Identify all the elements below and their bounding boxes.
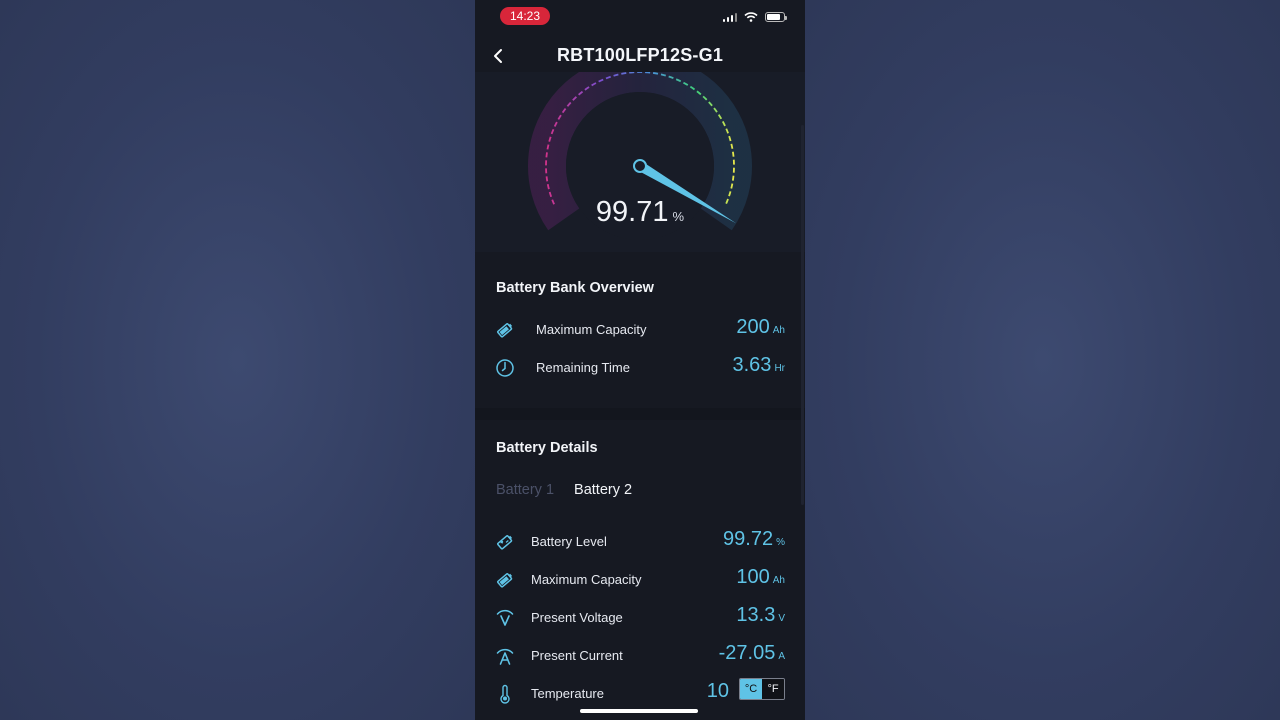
status-bar: 14:23 bbox=[475, 0, 805, 36]
row-label: Maximum Capacity bbox=[531, 572, 642, 587]
gauge-needle-hub bbox=[633, 159, 647, 173]
gauge-readout: 99.71% bbox=[475, 196, 805, 229]
background-left bbox=[0, 0, 475, 720]
home-indicator bbox=[580, 709, 698, 713]
tab-battery-1[interactable]: Battery 1 bbox=[496, 482, 554, 498]
battery-level-icon bbox=[497, 535, 513, 550]
current-icon bbox=[496, 648, 514, 665]
voltage-icon bbox=[496, 609, 514, 626]
soc-gauge: 99.71% bbox=[475, 72, 805, 252]
detail-row-max-capacity: Maximum Capacity 100 Ah bbox=[475, 566, 805, 596]
section-title: Battery Details bbox=[496, 440, 598, 456]
row-value: 3.63 Hr bbox=[732, 354, 786, 376]
row-value: 200 Ah bbox=[736, 316, 785, 338]
scrollbar[interactable] bbox=[801, 125, 804, 505]
status-time: 14:23 bbox=[500, 7, 550, 25]
gauge-value: 99.71 bbox=[595, 196, 669, 228]
gauge-unit: % bbox=[672, 209, 685, 224]
row-value: -27.05 A bbox=[718, 642, 785, 664]
detail-row-battery-level: Battery Level 99.72% bbox=[475, 528, 805, 558]
row-label: Remaining Time bbox=[536, 360, 630, 375]
signal-icon bbox=[722, 12, 737, 22]
section-divider bbox=[475, 408, 805, 420]
overview-row-remaining-time: Remaining Time 3.63 Hr bbox=[475, 354, 805, 384]
row-value: 13.3 V bbox=[736, 604, 785, 626]
phone-screen: 14:23 RBT100LFP12S-G1 99.71 % Battery Ba… bbox=[475, 0, 805, 720]
row-value: 100 Ah bbox=[736, 566, 785, 588]
detail-row-temperature: Temperature 10 °C °F bbox=[475, 677, 805, 710]
wifi-icon bbox=[744, 12, 758, 22]
header: RBT100LFP12S-G1 bbox=[475, 38, 805, 72]
detail-row-present-voltage: Present Voltage 13.3 V bbox=[475, 604, 805, 634]
thermometer-icon bbox=[500, 684, 510, 704]
battery-tilted-icon bbox=[497, 573, 513, 588]
row-label: Present Current bbox=[531, 648, 623, 663]
battery-details: Battery Details Battery 1 Battery 2 Batt… bbox=[475, 420, 805, 720]
detail-row-present-current: Present Current -27.05 A bbox=[475, 642, 805, 672]
battery-tabs: Battery 1 Battery 2 bbox=[496, 482, 632, 498]
overview-row-max-capacity: Maximum Capacity 200 Ah bbox=[475, 316, 805, 346]
status-icons bbox=[722, 12, 787, 22]
unit-celsius-button[interactable]: °C bbox=[740, 678, 762, 699]
tab-battery-2[interactable]: Battery 2 bbox=[574, 482, 632, 498]
unit-fahrenheit-button[interactable]: °F bbox=[762, 678, 784, 699]
row-value: 10 °C °F bbox=[707, 677, 785, 703]
row-value: 99.72% bbox=[723, 528, 785, 550]
background-right bbox=[805, 0, 1280, 720]
battery-status-icon bbox=[765, 12, 787, 22]
row-label: Battery Level bbox=[531, 534, 607, 549]
row-label: Temperature bbox=[531, 686, 604, 701]
temperature-unit-toggle: °C °F bbox=[739, 677, 785, 700]
battery-bank-overview: Battery Bank Overview Maximum Capacity 2… bbox=[475, 256, 805, 408]
row-label: Present Voltage bbox=[531, 610, 623, 625]
clock-icon bbox=[496, 359, 514, 377]
page-title: RBT100LFP12S-G1 bbox=[556, 45, 724, 65]
row-label: Maximum Capacity bbox=[536, 322, 647, 337]
battery-tilted-icon bbox=[497, 323, 513, 338]
section-title: Battery Bank Overview bbox=[496, 280, 654, 296]
